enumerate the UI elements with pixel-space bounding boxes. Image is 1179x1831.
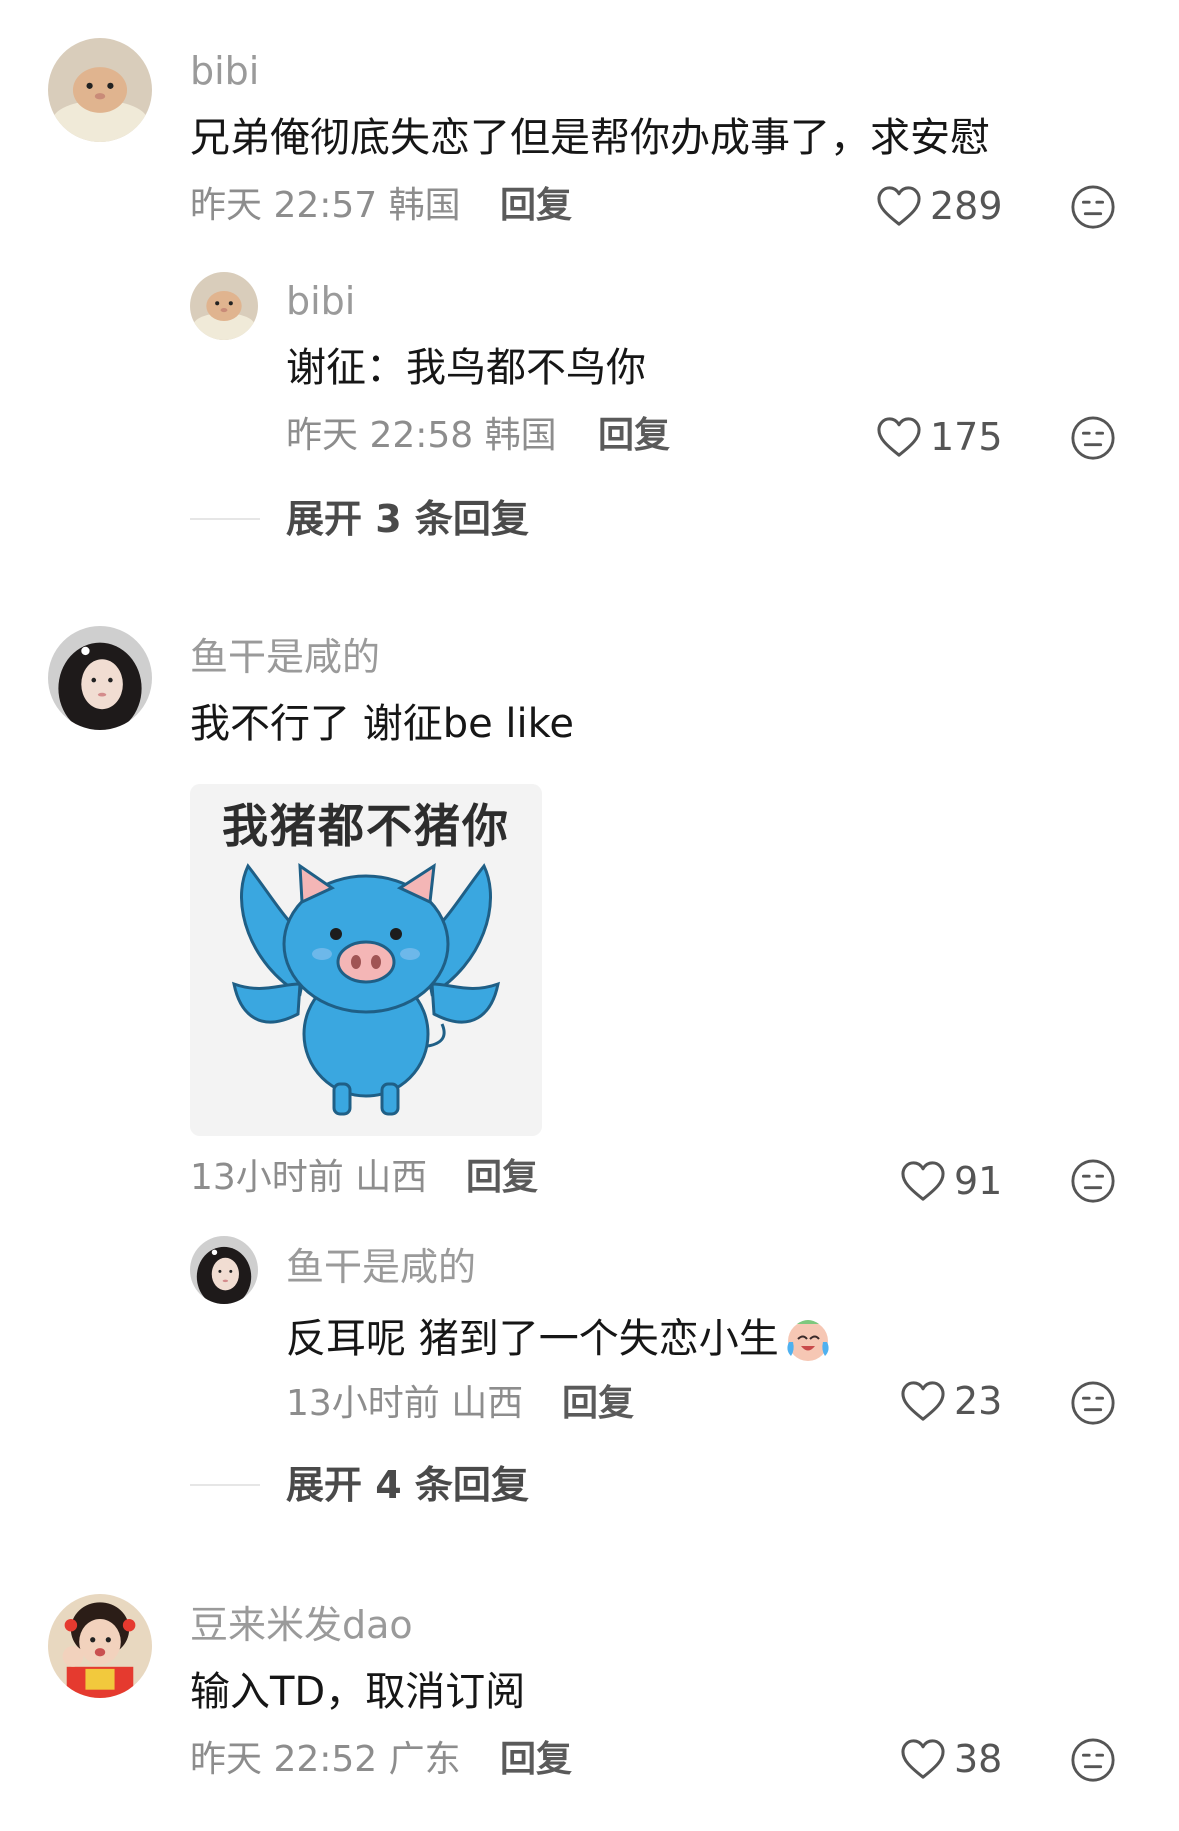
comment-text: 我不行了 谢征be like [190,701,575,747]
like-count: 23 [954,1379,1003,1423]
like-button[interactable]: 23 [900,1380,1002,1422]
reply-location: 韩国 [484,415,557,456]
like-count: 38 [954,1737,1003,1781]
comment-username[interactable]: bibi [190,52,259,90]
comment-time: 昨天 22:52 [190,1739,378,1780]
avatar[interactable] [48,38,152,142]
reply-text: 谢征：我鸟都不鸟你 [286,345,646,391]
neutral-face-icon [1071,1738,1115,1782]
avatar[interactable] [48,1594,152,1698]
like-count: 175 [930,415,1003,459]
sticker-caption: 我猪都不猪你 [222,799,510,853]
comment-time: 昨天 22:57 [190,185,378,226]
comment-location: 广东 [388,1739,461,1780]
expand-replies-button[interactable]: 展开 3 条回复 [286,500,529,538]
like-count: 91 [954,1159,1003,1203]
like-button[interactable]: 289 [876,185,1003,227]
reply-text: 反耳呢 猪到了一个失恋小生 [286,1316,779,1362]
reply-username[interactable]: bibi [286,282,355,320]
expand-divider [190,518,260,520]
reply-meta: 昨天 22:58 韩国 [286,418,557,454]
reply-username[interactable]: 鱼干是咸的 [286,1248,476,1286]
comment-meta: 昨天 22:52 广东 [190,1742,461,1778]
comment-meta: 昨天 22:57 韩国 [190,188,461,224]
neutral-face-icon [1071,1381,1115,1425]
heart-outline-icon [877,186,921,226]
reply-button[interactable]: 回复 [500,1742,572,1778]
like-count: 289 [930,184,1003,228]
comment-location: 山西 [355,1157,428,1198]
like-button[interactable]: 175 [876,416,1003,458]
comment-meta: 13小时前 山西 [190,1160,427,1196]
heart-outline-icon [877,417,921,457]
reply-location: 山西 [451,1383,524,1424]
comment-location: 韩国 [388,185,461,226]
comment-username[interactable]: 鱼干是咸的 [190,638,380,676]
heart-outline-icon [901,1161,945,1201]
reply-button[interactable]: 回复 [562,1386,634,1422]
reply-text-row: 反耳呢 猪到了一个失恋小生 [286,1314,833,1364]
neutral-face-icon [1071,416,1115,460]
like-button[interactable]: 91 [900,1160,1002,1202]
reply-button[interactable]: 回复 [500,188,572,224]
dislike-button[interactable] [1070,1158,1116,1204]
comment-text: 兄弟俺彻底失恋了但是帮你办成事了，求安慰 [190,115,990,161]
heart-outline-icon [901,1381,945,1421]
comment-time: 13小时前 [190,1157,344,1198]
reply-button[interactable]: 回复 [598,418,670,454]
expand-divider [190,1484,260,1486]
like-button[interactable]: 38 [900,1738,1002,1780]
dislike-button[interactable] [1070,1737,1116,1783]
avatar[interactable] [48,626,152,730]
expand-replies-button[interactable]: 展开 4 条回复 [286,1466,529,1504]
reply-time: 13小时前 [286,1383,440,1424]
dislike-button[interactable] [1070,415,1116,461]
heart-outline-icon [901,1739,945,1779]
avatar[interactable] [190,272,258,340]
dislike-button[interactable] [1070,184,1116,230]
neutral-face-icon [1071,1159,1115,1203]
reply-button[interactable]: 回复 [466,1160,538,1196]
neutral-face-icon [1071,185,1115,229]
sticker-image[interactable]: 我猪都不猪你 [190,784,542,1136]
comment-username[interactable]: 豆来米发dao [190,1606,413,1644]
avatar[interactable] [190,1236,258,1304]
reply-time: 昨天 22:58 [286,415,474,456]
comment-text: 输入TD，取消订阅 [190,1669,526,1715]
reply-meta: 13小时前 山西 [286,1386,523,1422]
dislike-button[interactable] [1070,1380,1116,1426]
crying-laughing-emoji [787,1320,829,1361]
